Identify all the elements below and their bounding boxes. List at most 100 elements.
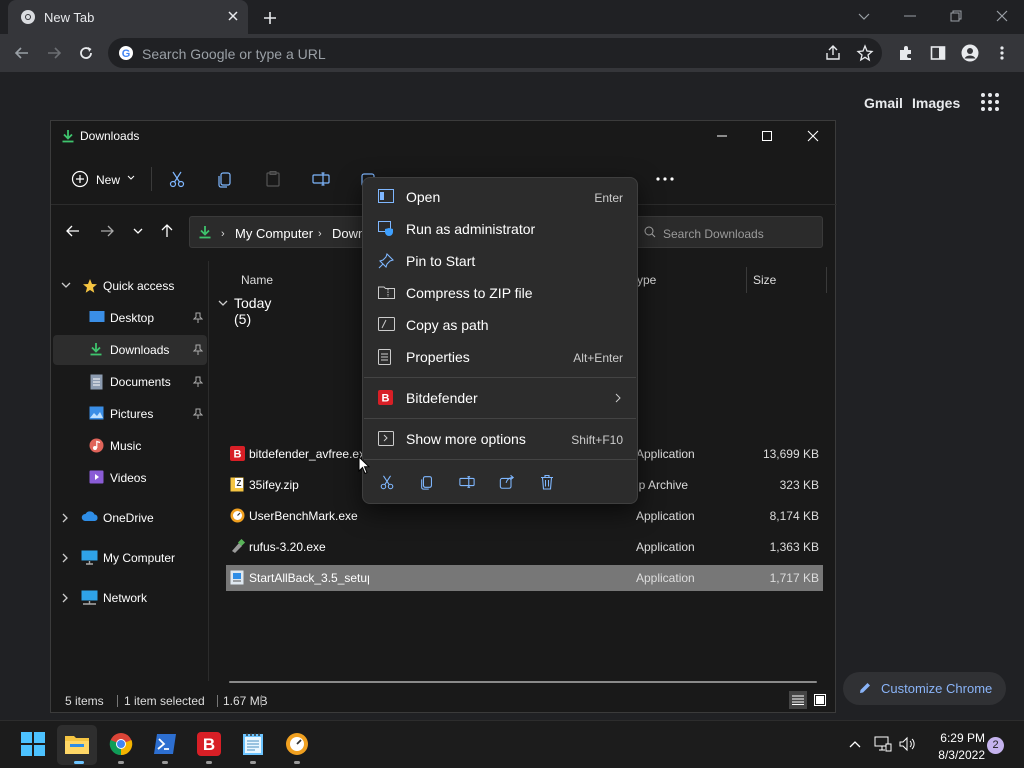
show-hidden-icons-chevron-icon[interactable] xyxy=(842,731,868,757)
explorer-minimize-icon[interactable] xyxy=(712,127,732,145)
side-panel-icon[interactable] xyxy=(926,41,950,65)
bookmark-star-icon[interactable] xyxy=(856,44,874,62)
file-row-selected[interactable]: StartAllBack_3.5_setup Application 1,717… xyxy=(226,565,823,591)
customize-chrome-button[interactable]: Customize Chrome xyxy=(843,672,1006,705)
onedrive-cloud-icon xyxy=(81,510,99,522)
running-indicator xyxy=(250,761,256,764)
file-explorer-icon[interactable] xyxy=(64,731,90,757)
menu-item-label: Pin to Start xyxy=(406,253,476,269)
recent-locations-icon[interactable] xyxy=(128,221,148,241)
google-apps-icon[interactable] xyxy=(980,92,1000,112)
cut-icon[interactable] xyxy=(165,167,189,191)
nav-downloads[interactable]: Downloads xyxy=(53,335,207,365)
close-window-icon[interactable] xyxy=(988,4,1016,28)
close-tab-icon[interactable] xyxy=(226,9,240,23)
breadcrumb-downloads[interactable]: Down xyxy=(332,226,365,241)
expand-chevron-icon[interactable] xyxy=(61,593,69,603)
back-icon[interactable] xyxy=(10,41,34,65)
menu-separator xyxy=(364,377,636,378)
extensions-icon[interactable] xyxy=(894,41,918,65)
menu-item-copy-as-path[interactable]: Copy as path xyxy=(369,310,631,340)
explorer-close-icon[interactable] xyxy=(803,127,823,145)
images-link[interactable]: Images xyxy=(912,95,960,111)
nav-music[interactable]: Music xyxy=(53,431,207,461)
running-indicator xyxy=(206,761,212,764)
chevron-down-icon xyxy=(127,175,135,181)
back-arrow-icon[interactable] xyxy=(63,221,83,241)
gmail-link[interactable]: Gmail xyxy=(864,95,903,111)
column-separator[interactable] xyxy=(746,267,747,293)
column-header-size[interactable]: Size xyxy=(753,273,776,287)
quick-copy-icon[interactable] xyxy=(416,471,438,493)
up-arrow-icon[interactable] xyxy=(157,221,177,241)
expand-chevron-icon[interactable] xyxy=(61,553,69,563)
clock-date[interactable]: 8/3/2022 xyxy=(928,748,985,762)
breadcrumb-my-computer[interactable]: My Computer xyxy=(235,226,313,241)
menu-item-run-as-admin[interactable]: Run as administrator xyxy=(369,214,631,244)
restore-icon[interactable] xyxy=(942,4,970,28)
powershell-icon[interactable] xyxy=(152,731,178,757)
quick-delete-icon[interactable] xyxy=(536,471,558,493)
status-item-count: 5 items xyxy=(65,694,104,708)
tiles-view-icon[interactable] xyxy=(811,691,829,709)
file-row[interactable]: UserBenchMark.exe Application 8,174 KB xyxy=(226,503,823,529)
nav-documents[interactable]: Documents xyxy=(53,367,207,397)
column-header-type[interactable]: ype xyxy=(637,273,656,287)
expand-chevron-icon[interactable] xyxy=(61,513,69,523)
copy-icon[interactable] xyxy=(213,167,237,191)
notification-badge[interactable]: 2 xyxy=(987,737,1004,754)
svg-text:B: B xyxy=(382,393,390,405)
zip-folder-icon xyxy=(378,285,395,299)
paste-icon[interactable] xyxy=(261,167,285,191)
windows-start-icon[interactable] xyxy=(20,731,46,757)
column-header-name[interactable]: Name xyxy=(241,273,273,287)
forward-arrow-icon[interactable] xyxy=(97,221,117,241)
tab-search-icon[interactable] xyxy=(850,4,878,28)
new-tab-icon[interactable] xyxy=(258,6,282,30)
menu-separator xyxy=(364,459,636,460)
expand-chevron-icon[interactable] xyxy=(61,281,71,289)
bitdefender-taskbar-icon[interactable]: B xyxy=(196,731,222,757)
nav-quick-access[interactable]: Quick access xyxy=(53,271,207,301)
search-downloads-input[interactable]: Search Downloads xyxy=(633,216,823,248)
nav-pictures[interactable]: Pictures xyxy=(53,399,207,429)
quick-rename-icon[interactable] xyxy=(456,471,478,493)
column-separator[interactable] xyxy=(826,267,827,293)
explorer-maximize-icon[interactable] xyxy=(757,127,777,145)
forward-icon[interactable] xyxy=(42,41,66,65)
userbenchmark-taskbar-icon[interactable] xyxy=(284,731,310,757)
menu-item-properties[interactable]: Properties Alt+Enter xyxy=(369,342,631,372)
menu-item-pin-to-start[interactable]: Pin to Start xyxy=(369,246,631,276)
horizontal-scrollbar[interactable] xyxy=(229,681,817,683)
quick-share-icon[interactable] xyxy=(496,471,518,493)
nav-my-computer[interactable]: My Computer xyxy=(53,543,207,573)
plus-circle-icon xyxy=(71,170,89,188)
notepad-icon[interactable] xyxy=(240,731,266,757)
nav-videos[interactable]: Videos xyxy=(53,463,207,493)
browser-tab[interactable]: New Tab xyxy=(8,0,248,34)
clock-time[interactable]: 6:29 PM xyxy=(935,731,985,745)
omnibox[interactable]: G Search Google or type a URL xyxy=(108,38,882,68)
menu-kebab-icon[interactable] xyxy=(990,41,1014,65)
chrome-taskbar-icon[interactable] xyxy=(108,731,134,757)
volume-icon[interactable] xyxy=(894,731,920,757)
nav-onedrive[interactable]: OneDrive xyxy=(53,503,207,533)
profile-icon[interactable] xyxy=(958,41,982,65)
rename-icon[interactable] xyxy=(309,167,333,191)
nav-network[interactable]: Network xyxy=(53,583,207,613)
nav-desktop[interactable]: Desktop xyxy=(53,303,207,333)
network-status-icon[interactable] xyxy=(870,731,896,757)
menu-item-label: Show more options xyxy=(406,431,526,447)
menu-item-bitdefender[interactable]: B Bitdefender xyxy=(369,383,631,413)
quick-cut-icon[interactable] xyxy=(376,471,398,493)
reload-icon[interactable] xyxy=(74,41,98,65)
file-row[interactable]: rufus-3.20.exe Application 1,363 KB xyxy=(226,534,823,560)
menu-item-show-more-options[interactable]: Show more options Shift+F10 xyxy=(369,424,631,454)
see-more-icon[interactable] xyxy=(653,167,677,191)
menu-item-open[interactable]: Open Enter xyxy=(369,182,631,212)
tab-title: New Tab xyxy=(44,10,95,25)
details-view-icon[interactable] xyxy=(789,691,807,709)
menu-item-compress-zip[interactable]: Compress to ZIP file xyxy=(369,278,631,308)
minimize-icon[interactable] xyxy=(896,4,924,28)
share-icon[interactable] xyxy=(824,44,842,62)
